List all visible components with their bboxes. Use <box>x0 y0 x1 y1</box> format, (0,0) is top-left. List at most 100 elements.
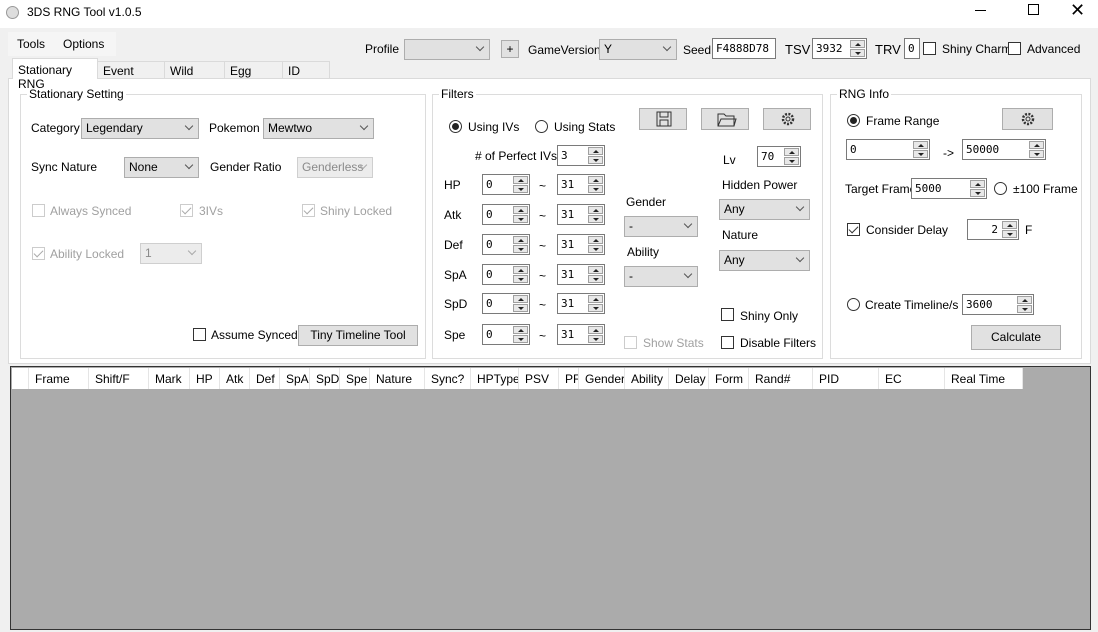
column-header[interactable]: Atk <box>220 368 250 389</box>
def-min-spinner[interactable]: 0 <box>482 234 530 255</box>
up-arrow-icon[interactable] <box>784 148 799 156</box>
column-header[interactable]: Shift/F <box>89 368 149 389</box>
hp-min-spinner[interactable]: 0 <box>482 174 530 195</box>
up-arrow-icon[interactable] <box>588 147 603 155</box>
frame-min-spinner[interactable]: 0 <box>846 139 930 160</box>
down-arrow-icon[interactable] <box>513 185 528 193</box>
column-header[interactable]: PSV <box>519 368 559 389</box>
always-synced-checkbox[interactable] <box>32 204 45 217</box>
using-stats-radio[interactable] <box>535 120 548 133</box>
down-arrow-icon[interactable] <box>588 156 603 164</box>
down-arrow-icon[interactable] <box>588 245 603 253</box>
up-arrow-icon[interactable] <box>588 206 603 214</box>
up-arrow-icon[interactable] <box>1002 221 1017 229</box>
gameversion-select[interactable]: Y <box>599 39 677 60</box>
trv-input[interactable]: 0 <box>904 38 920 59</box>
shiny-only-checkbox[interactable] <box>721 308 734 321</box>
frame-max-spinner[interactable]: 50000 <box>962 139 1046 160</box>
column-header[interactable]: Frame <box>29 368 89 389</box>
gender-ratio-select[interactable]: Genderless <box>297 157 373 178</box>
up-arrow-icon[interactable] <box>588 295 603 303</box>
column-header[interactable]: PF <box>559 368 579 389</box>
settings-button[interactable] <box>763 108 811 130</box>
column-header[interactable]: Mark <box>149 368 190 389</box>
pokemon-select[interactable]: Mewtwo <box>263 118 374 139</box>
column-header[interactable]: EC <box>879 368 945 389</box>
column-header[interactable]: Delay <box>669 368 709 389</box>
down-arrow-icon[interactable] <box>850 49 865 57</box>
spa-min-spinner[interactable]: 0 <box>482 264 530 285</box>
down-arrow-icon[interactable] <box>513 304 528 312</box>
column-header[interactable]: Real Time <box>945 368 1023 389</box>
down-arrow-icon[interactable] <box>913 150 928 158</box>
up-arrow-icon[interactable] <box>588 176 603 184</box>
spd-max-spinner[interactable]: 31 <box>557 293 605 314</box>
calculate-button[interactable]: Calculate <box>971 325 1061 350</box>
ability-filter-select[interactable]: - <box>624 266 698 287</box>
down-arrow-icon[interactable] <box>1002 230 1017 238</box>
column-header[interactable]: HPType <box>471 368 519 389</box>
tab-event-rng[interactable]: Event RNG <box>97 61 165 92</box>
gender-select[interactable]: - <box>624 216 698 237</box>
down-arrow-icon[interactable] <box>588 304 603 312</box>
seed-input[interactable]: F4888D78 <box>712 38 776 59</box>
atk-min-spinner[interactable]: 0 <box>482 204 530 225</box>
nature-select[interactable]: Any <box>719 250 810 271</box>
profile-select[interactable] <box>404 39 490 60</box>
down-arrow-icon[interactable] <box>588 335 603 343</box>
up-arrow-icon[interactable] <box>513 236 528 244</box>
column-header[interactable]: Rand# <box>749 368 813 389</box>
column-header[interactable]: PID <box>813 368 879 389</box>
def-max-spinner[interactable]: 31 <box>557 234 605 255</box>
minimize-icon[interactable] <box>975 10 986 11</box>
down-arrow-icon[interactable] <box>513 275 528 283</box>
down-arrow-icon[interactable] <box>1029 150 1044 158</box>
lv-spinner[interactable]: 70 <box>757 146 801 167</box>
ability-locked-checkbox[interactable] <box>32 247 45 260</box>
target-frame-spinner[interactable]: 5000 <box>911 178 987 199</box>
tab-egg-rng[interactable]: Egg RNG <box>224 61 283 92</box>
up-arrow-icon[interactable] <box>513 295 528 303</box>
column-header[interactable]: SpD <box>310 368 340 389</box>
plus-minus-100-radio[interactable] <box>994 182 1007 195</box>
up-arrow-icon[interactable] <box>913 141 928 149</box>
delay-spinner[interactable]: 2 <box>967 219 1019 240</box>
3ivs-checkbox[interactable] <box>180 204 193 217</box>
tab-wild-rng[interactable]: Wild RNG <box>164 61 225 92</box>
create-timeline-radio[interactable] <box>847 298 860 311</box>
up-arrow-icon[interactable] <box>850 40 865 48</box>
column-header[interactable]: Ability <box>625 368 669 389</box>
down-arrow-icon[interactable] <box>513 215 528 223</box>
perfect-ivs-spinner[interactable]: 3 <box>557 145 605 166</box>
sync-nature-select[interactable]: None <box>124 157 199 178</box>
column-header[interactable]: HP <box>190 368 220 389</box>
column-header[interactable]: Spe <box>340 368 370 389</box>
atk-max-spinner[interactable]: 31 <box>557 204 605 225</box>
tiny-timeline-tool-button[interactable]: Tiny Timeline Tool <box>298 325 418 346</box>
rng-settings-button[interactable] <box>1002 108 1053 130</box>
spd-min-spinner[interactable]: 0 <box>482 293 530 314</box>
column-header[interactable]: Def <box>250 368 280 389</box>
assume-synced-checkbox[interactable] <box>193 328 206 341</box>
using-ivs-radio[interactable] <box>449 120 462 133</box>
up-arrow-icon[interactable] <box>588 236 603 244</box>
menu-tools[interactable]: Tools <box>17 37 45 51</box>
up-arrow-icon[interactable] <box>513 206 528 214</box>
menu-options[interactable]: Options <box>63 37 104 51</box>
down-arrow-icon[interactable] <box>588 275 603 283</box>
tsv-spinner[interactable]: 3932 <box>812 38 867 59</box>
column-header[interactable]: Sync? <box>425 368 471 389</box>
down-arrow-icon[interactable] <box>588 185 603 193</box>
disable-filters-checkbox[interactable] <box>721 336 734 349</box>
add-profile-button[interactable]: + <box>501 40 519 58</box>
down-arrow-icon[interactable] <box>588 215 603 223</box>
ability-select[interactable]: 1 <box>140 243 202 264</box>
tab-id-rng[interactable]: ID RNG <box>282 61 330 92</box>
up-arrow-icon[interactable] <box>513 326 528 334</box>
column-header[interactable]: SpA <box>280 368 310 389</box>
shiny-charm-checkbox[interactable] <box>923 42 936 55</box>
up-arrow-icon[interactable] <box>1017 296 1032 304</box>
up-arrow-icon[interactable] <box>588 266 603 274</box>
column-header[interactable]: Gender <box>579 368 625 389</box>
hp-max-spinner[interactable]: 31 <box>557 174 605 195</box>
